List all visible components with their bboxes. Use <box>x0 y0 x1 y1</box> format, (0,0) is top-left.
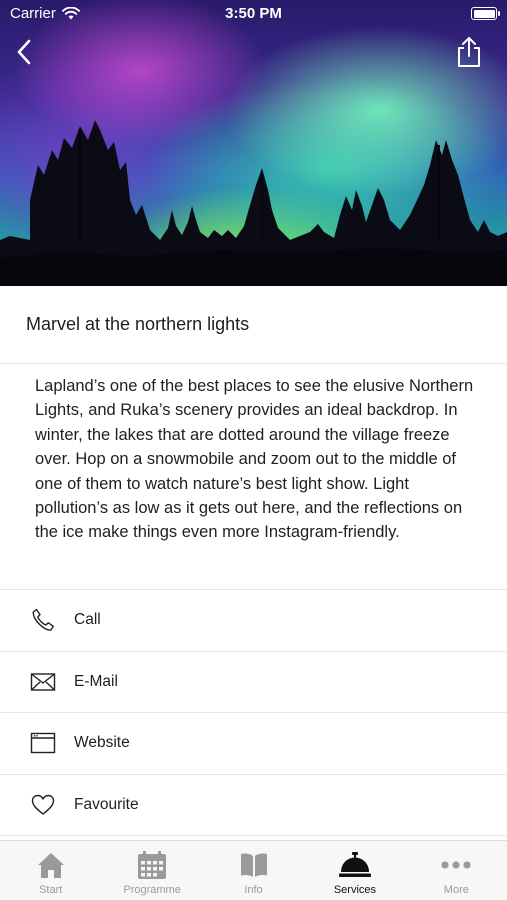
back-button[interactable] <box>6 34 42 70</box>
tab-programme[interactable]: Programme <box>101 841 202 900</box>
tab-services-label: Services <box>333 884 377 896</box>
home-icon <box>36 849 66 881</box>
website-label: Website <box>74 734 130 752</box>
description-text: Lapland’s one of the best places to see … <box>35 377 474 542</box>
phone-icon <box>0 607 74 633</box>
favourite-label: Favourite <box>74 795 139 813</box>
calendar-icon <box>137 849 167 881</box>
clock: 3:50 PM <box>225 5 282 22</box>
app-screen: Carrier 3:50 PM Marvel at the northern l… <box>0 0 507 900</box>
more-dots-icon <box>440 849 472 881</box>
status-bar: Carrier 3:50 PM <box>0 0 507 28</box>
tab-programme-label: Programme <box>123 884 181 896</box>
hero-image: Carrier 3:50 PM <box>0 0 507 286</box>
tab-start[interactable]: Start <box>0 841 101 900</box>
chevron-left-icon <box>17 39 31 65</box>
call-label: Call <box>74 611 101 629</box>
heart-icon <box>0 794 74 816</box>
tab-start-label: Start <box>39 884 63 896</box>
tab-bar: Start Programme Info Services More <box>0 840 507 900</box>
email-button[interactable]: E-Mail <box>0 652 507 713</box>
title-row: Marvel at the northern lights <box>0 286 507 364</box>
book-icon <box>239 849 269 881</box>
tab-info[interactable]: Info <box>203 841 304 900</box>
page-title: Marvel at the northern lights <box>26 314 250 334</box>
tab-info-label: Info <box>244 884 263 896</box>
mail-icon <box>0 672 74 692</box>
browser-icon <box>0 732 74 754</box>
website-button[interactable]: Website <box>0 713 507 775</box>
tab-more[interactable]: More <box>406 841 507 900</box>
tab-more-label: More <box>443 884 469 896</box>
email-label: E-Mail <box>74 672 118 690</box>
battery-icon <box>471 7 500 20</box>
favourite-button[interactable]: Favourite <box>0 775 507 836</box>
action-list: Call E-Mail Website Favourite <box>0 590 507 836</box>
share-button[interactable] <box>451 34 487 70</box>
service-bell-icon <box>338 849 372 881</box>
tree-silhouette <box>0 120 507 286</box>
tab-services[interactable]: Services <box>304 841 405 900</box>
call-button[interactable]: Call <box>0 590 507 652</box>
share-icon <box>458 37 480 67</box>
